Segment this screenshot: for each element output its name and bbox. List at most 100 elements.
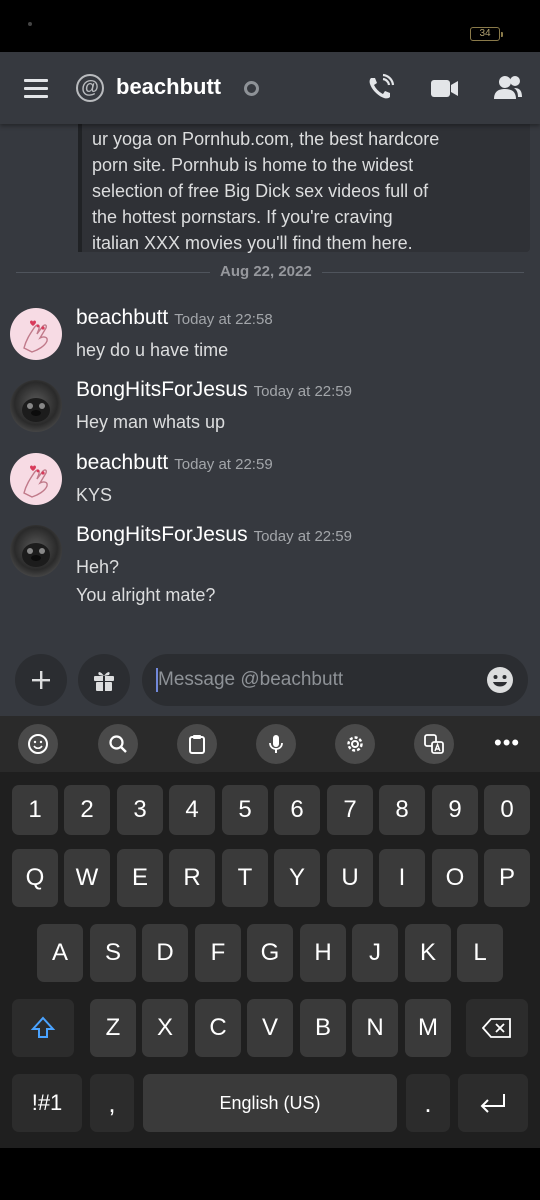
key-3[interactable]: 3 (117, 785, 163, 835)
key-d[interactable]: D (142, 924, 188, 982)
keyboard-toolbar: ••• (0, 716, 540, 772)
message-timestamp: Today at 22:59 (253, 528, 352, 545)
message-author[interactable]: beachbutt Today at 22:59 (76, 451, 273, 475)
message-timestamp: Today at 22:59 (174, 456, 273, 473)
channel-header: @ beachbutt (0, 52, 540, 124)
message-text: You alright mate? (76, 585, 216, 605)
enter-key[interactable] (458, 1074, 528, 1132)
clipboard-button[interactable] (177, 724, 217, 764)
smiley-icon (487, 667, 513, 693)
key-r[interactable]: R (169, 849, 215, 907)
message-text: KYS (76, 485, 113, 505)
key-b[interactable]: B (300, 999, 346, 1057)
members-button[interactable] (490, 70, 526, 106)
symbols-key[interactable]: !#1 (12, 1074, 82, 1132)
backspace-key[interactable] (466, 999, 528, 1057)
key-u[interactable]: U (327, 849, 373, 907)
battery-indicator: 34 (470, 27, 503, 41)
key-n[interactable]: N (352, 999, 398, 1057)
key-s[interactable]: S (90, 924, 136, 982)
date-divider: Aug 22, 2022 (210, 263, 322, 280)
key-4[interactable]: 4 (169, 785, 215, 835)
key-9[interactable]: 9 (432, 785, 478, 835)
key-i[interactable]: I (379, 849, 425, 907)
camera-dot (28, 22, 32, 26)
key-h[interactable]: H (300, 924, 346, 982)
key-o[interactable]: O (432, 849, 478, 907)
keyboard-emoji-button[interactable] (18, 724, 58, 764)
author-name[interactable]: beachbutt (76, 451, 168, 474)
gear-icon (347, 736, 363, 752)
members-icon (494, 76, 522, 99)
system-navigation-bar (0, 1148, 540, 1200)
backspace-icon (481, 1018, 511, 1038)
key-p[interactable]: P (484, 849, 530, 907)
key-l[interactable]: L (457, 924, 503, 982)
key-1[interactable]: 1 (12, 785, 58, 835)
key-5[interactable]: 5 (222, 785, 268, 835)
key-z[interactable]: Z (90, 999, 136, 1057)
comma-key[interactable]: , (90, 1074, 134, 1132)
key-j[interactable]: J (352, 924, 398, 982)
avatar[interactable] (10, 525, 62, 577)
message-text: Hey man whats up (76, 412, 226, 432)
add-attachment-button[interactable] (15, 654, 67, 706)
keyboard-settings-button[interactable] (335, 724, 375, 764)
hamburger-menu-icon[interactable] (24, 79, 50, 99)
status-bar: 34 (0, 0, 540, 52)
author-name[interactable]: BongHitsForJesus (76, 378, 248, 401)
avatar[interactable] (10, 380, 62, 432)
message-author[interactable]: BongHitsForJesus Today at 22:59 (76, 523, 352, 547)
key-e[interactable]: E (117, 849, 163, 907)
message-timestamp: Today at 22:58 (174, 311, 273, 328)
keyboard-search-button[interactable] (98, 724, 138, 764)
message-input[interactable]: Message @beachbutt (142, 654, 528, 706)
key-g[interactable]: G (247, 924, 293, 982)
key-t[interactable]: T (222, 849, 268, 907)
voice-input-button[interactable] (256, 724, 296, 764)
key-8[interactable]: 8 (379, 785, 425, 835)
key-v[interactable]: V (247, 999, 293, 1057)
key-f[interactable]: F (195, 924, 241, 982)
more-options-icon[interactable]: ••• (494, 730, 520, 756)
author-name[interactable]: beachbutt (76, 306, 168, 329)
dm-recipient-name[interactable]: beachbutt (116, 74, 221, 100)
emoji-picker-button[interactable] (486, 666, 514, 694)
voice-call-button[interactable] (362, 70, 398, 106)
plus-icon (32, 671, 50, 689)
message-list[interactable]: ur yoga on Pornhub.com, the best hardcor… (0, 112, 540, 644)
key-6[interactable]: 6 (274, 785, 320, 835)
key-y[interactable]: Y (274, 849, 320, 907)
key-2[interactable]: 2 (64, 785, 110, 835)
shift-key[interactable] (12, 999, 74, 1057)
message-text: hey do u have time (76, 340, 229, 360)
avatar[interactable] (10, 308, 62, 360)
link-embed[interactable]: ur yoga on Pornhub.com, the best hardcor… (78, 112, 530, 253)
key-m[interactable]: M (405, 999, 451, 1057)
gift-icon (94, 672, 114, 691)
message-timestamp: Today at 22:59 (253, 383, 352, 400)
video-camera-icon (431, 80, 458, 97)
avatar[interactable] (10, 453, 62, 505)
key-c[interactable]: C (195, 999, 241, 1057)
period-key[interactable]: . (406, 1074, 450, 1132)
message-author[interactable]: BongHitsForJesus Today at 22:59 (76, 378, 352, 402)
author-name[interactable]: BongHitsForJesus (76, 523, 248, 546)
video-call-button[interactable] (426, 70, 462, 106)
translate-button[interactable] (414, 724, 454, 764)
gift-button[interactable] (78, 654, 130, 706)
microphone-icon (269, 735, 283, 753)
embed-line: selection of free Big Dick sex videos fu… (92, 181, 429, 201)
key-7[interactable]: 7 (327, 785, 373, 835)
space-key[interactable]: English (US) (143, 1074, 397, 1132)
offline-status-icon (244, 81, 259, 96)
key-w[interactable]: W (64, 849, 110, 907)
key-q[interactable]: Q (12, 849, 58, 907)
key-x[interactable]: X (142, 999, 188, 1057)
message-author[interactable]: beachbutt Today at 22:58 (76, 306, 273, 330)
key-k[interactable]: K (405, 924, 451, 982)
key-a[interactable]: A (37, 924, 83, 982)
search-icon (109, 735, 127, 753)
key-0[interactable]: 0 (484, 785, 530, 835)
message-text: Heh? (76, 557, 120, 577)
